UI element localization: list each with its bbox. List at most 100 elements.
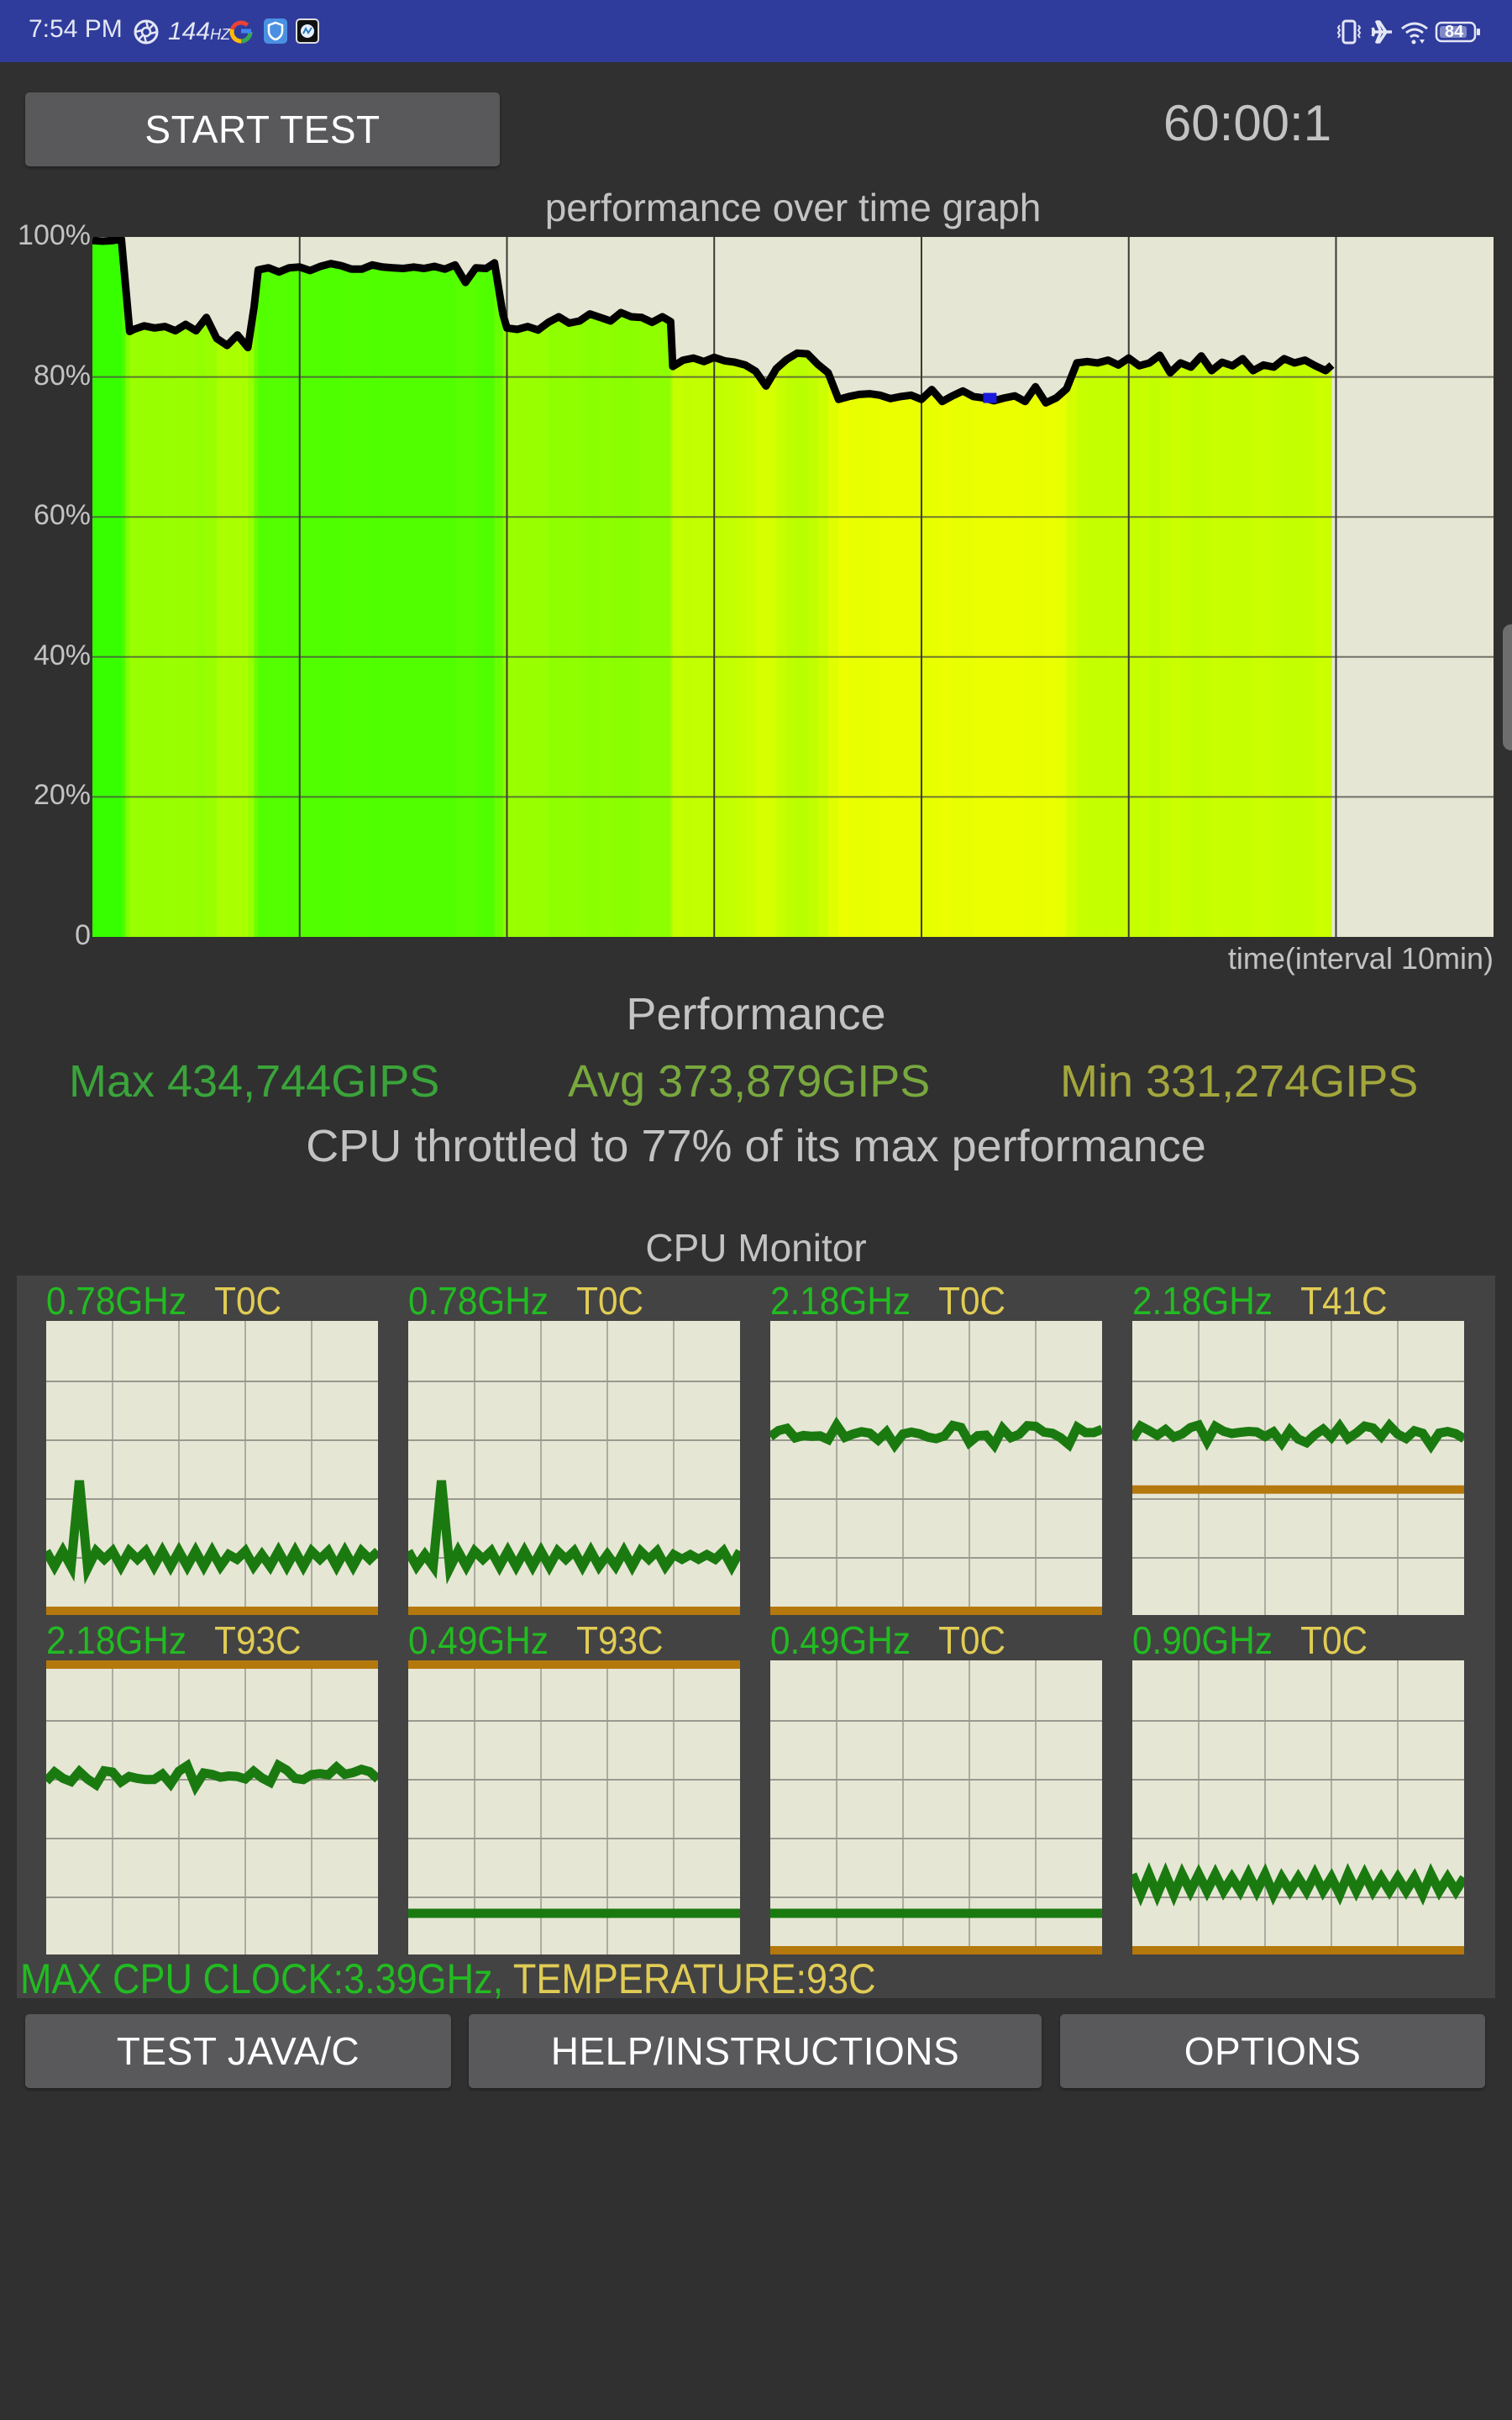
area-fill-segment: [714, 239, 726, 937]
area-fill-segment: [548, 239, 560, 937]
help-instructions-button[interactable]: HELP/INSTRUCTIONS: [469, 2014, 1042, 2088]
area-fill-segment: [361, 239, 374, 937]
area-fill-segment: [507, 239, 518, 937]
core-4-temperature: T93C: [214, 1618, 302, 1662]
core-3-temperature: T41C: [1300, 1279, 1388, 1323]
area-fill-segment: [1211, 239, 1223, 937]
core-5-temperature-bar: [408, 1660, 740, 1669]
area-fill-segment: [196, 239, 207, 937]
area-fill-segment: [994, 239, 1005, 937]
core-6-header: 0.49GHz T0C: [770, 1618, 1062, 1662]
area-fill-segment: [1077, 239, 1089, 937]
area-fill-segment: [765, 239, 778, 937]
area-fill-segment: [973, 239, 985, 937]
area-fill-segment: [341, 239, 353, 937]
area-fill-segment: [1242, 239, 1254, 937]
test-timer: 60:00:1: [1163, 95, 1332, 151]
area-fill-segment: [641, 239, 654, 937]
area-fill-segment: [392, 239, 405, 937]
area-fill-segment: [796, 239, 809, 937]
test-java-c-button[interactable]: TEST JAVA/C: [25, 2014, 451, 2088]
core-7-temperature-bar: [1132, 1946, 1464, 1954]
core-1-temperature-bar: [408, 1607, 740, 1615]
core-5-header: 0.49GHz T93C: [408, 1618, 700, 1662]
area-fill-segment: [113, 239, 123, 937]
performance-graph-svg: [92, 237, 1494, 937]
core-6-load-graph: [770, 1660, 1102, 1954]
core-7-load-graph: [1132, 1660, 1464, 1954]
refresh-rate-indicator: 144HZ: [168, 18, 230, 45]
core-6-graph-svg: [770, 1660, 1102, 1954]
battery-icon: 84: [1435, 18, 1482, 45]
area-fill-segment: [1128, 239, 1141, 937]
area-fill-segment: [890, 239, 902, 937]
core-2-load-line: [770, 1416, 1102, 1454]
core-0-frequency: 0.78GHz: [46, 1279, 187, 1323]
wifi-icon: [1399, 18, 1430, 45]
area-fill-segment: [279, 239, 291, 937]
cpu-monitor-panel: 0.78GHz T0C 0.78GHz T0C 2.18GHz T0C 2.18GHz T41…: [17, 1276, 1495, 2002]
core-4-header: 2.18GHz T93C: [46, 1618, 338, 1662]
area-fill-segment: [932, 239, 943, 937]
area-fill-segment: [320, 239, 332, 937]
area-fill-segment: [942, 239, 953, 937]
area-fill-segment: [621, 239, 633, 937]
area-fill-segment: [454, 239, 467, 937]
core-4-frequency: 2.18GHz: [46, 1618, 187, 1662]
core-4-load-line: [46, 1759, 378, 1797]
y-tick-80: 80%: [33, 360, 91, 392]
area-fill-segment: [807, 239, 819, 937]
clock: 7:54 PM: [29, 15, 123, 43]
area-fill-segment: [1232, 239, 1244, 937]
area-fill-segment: [827, 239, 840, 937]
scrollbar-thumb[interactable]: [1503, 624, 1512, 750]
core-2-temperature: T0C: [938, 1279, 1006, 1323]
area-fill-segment: [1056, 239, 1068, 937]
area-fill-segment: [1326, 239, 1332, 937]
area-fill-segment: [921, 239, 933, 937]
core-0-load-graph: [46, 1321, 378, 1615]
avg-performance: Avg 373,879GIPS: [568, 1056, 931, 1107]
area-fill-segment: [465, 239, 477, 937]
core-5-graph-svg: [408, 1660, 740, 1954]
refresh-rate-unit: HZ: [210, 26, 231, 43]
area-fill-segment: [848, 239, 860, 937]
cpu-monitor-title: CPU Monitor: [645, 1226, 867, 1270]
core-7-header: 0.90GHz T0C: [1132, 1618, 1424, 1662]
area-fill-segment: [610, 239, 622, 937]
core-0-graph-svg: [46, 1321, 378, 1615]
area-fill-segment: [1097, 239, 1110, 937]
core-7-load-line: [1132, 1862, 1464, 1907]
area-fill-segment: [372, 239, 384, 937]
area-fill-segment: [1025, 239, 1037, 937]
area-fill-segment: [600, 239, 612, 937]
area-fill-segment: [1035, 239, 1047, 937]
area-fill-segment: [1108, 239, 1120, 937]
area-fill-segment: [1294, 239, 1306, 937]
area-fill-segment: [310, 239, 322, 937]
core-2-graph-svg: [770, 1321, 1102, 1615]
y-tick-40: 40%: [33, 639, 91, 671]
core-7-temperature: T0C: [1300, 1618, 1368, 1662]
core-5-temperature: T93C: [576, 1618, 664, 1662]
area-fill-segment: [1305, 239, 1316, 937]
start-test-button[interactable]: START TEST: [25, 92, 500, 166]
area-fill-segment: [858, 239, 871, 937]
max-cpu-clock: MAX CPU CLOCK:3.39GHz,: [20, 1955, 504, 2002]
core-6-temperature: T0C: [938, 1618, 1006, 1662]
min-performance-marker: [983, 392, 997, 403]
area-fill-segment: [486, 239, 496, 937]
core-0-temperature-bar: [46, 1607, 378, 1615]
cpu-monitor-footer: MAX CPU CLOCK:3.39GHz, TEMPERATURE:93C: [20, 1954, 876, 2003]
area-fill-segment: [165, 239, 176, 937]
area-fill-segment: [1118, 239, 1130, 937]
area-fill-segment: [911, 239, 922, 937]
core-2-frequency: 2.18GHz: [770, 1279, 911, 1323]
options-button[interactable]: OPTIONS: [1060, 2014, 1485, 2088]
area-fill-segment: [175, 239, 187, 937]
y-tick-0: 0: [75, 919, 91, 951]
area-fill-segment: [724, 239, 736, 937]
area-fill-segment: [92, 239, 104, 937]
area-fill-segment: [693, 239, 705, 937]
area-fill-segment: [538, 239, 549, 937]
